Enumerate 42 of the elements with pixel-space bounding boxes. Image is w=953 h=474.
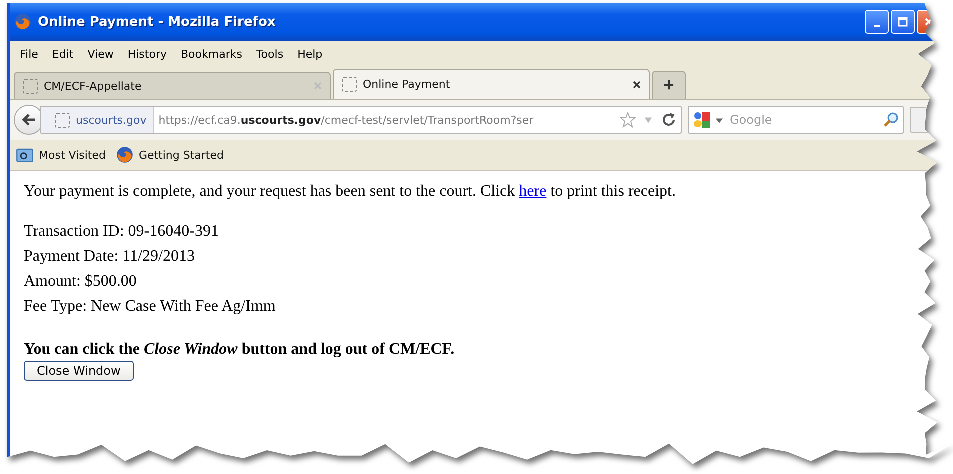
menu-item[interactable]: Help xyxy=(298,48,323,60)
menu-item[interactable]: Edit xyxy=(52,48,74,60)
firefox-logo-icon xyxy=(14,13,32,31)
menu-item[interactable]: Bookmarks xyxy=(180,48,242,60)
search-bar[interactable]: Google xyxy=(688,106,904,134)
dropdown-arrow-icon[interactable] xyxy=(715,116,724,124)
star-icon[interactable] xyxy=(620,112,636,128)
close-window-button[interactable]: Close Window xyxy=(24,361,134,381)
new-tab-button[interactable]: + xyxy=(652,71,686,99)
close-icon xyxy=(924,17,934,27)
reload-icon[interactable] xyxy=(661,112,677,128)
print-link[interactable]: here xyxy=(519,183,547,200)
site-identity-button[interactable]: uscourts.gov xyxy=(41,107,154,133)
minimize-icon xyxy=(874,25,880,27)
browser-tab[interactable]: CM/ECF-Appellate xyxy=(14,72,331,99)
detail-line: Payment Date: 11/29/2013 xyxy=(24,247,196,267)
maximize-button[interactable] xyxy=(891,10,915,34)
url-text: https://ecf.ca9.uscourts.gov/cmecf-test/servlet/TransportRoom?ser xyxy=(158,114,535,126)
confirmation-message: Your payment is complete, and your request has been sent to the court. Click here to print this receipt. xyxy=(24,183,677,201)
minimize-button[interactable] xyxy=(865,10,889,34)
detail-line: Transaction ID: 09-16040-391 xyxy=(24,222,220,242)
page-icon xyxy=(23,78,38,94)
bookmark-link[interactable]: Getting Started xyxy=(138,148,224,162)
folder-icon xyxy=(16,146,34,164)
firefox-logo-icon xyxy=(116,146,134,164)
page-icon xyxy=(342,77,357,92)
window-title: Online Payment - Mozilla Firefox xyxy=(38,14,277,30)
back-arrow-icon xyxy=(21,112,37,128)
instruction-text: You can click the Close Window button and log out of CM/ECF. xyxy=(24,341,456,359)
bookmark-link[interactable]: Most Visited xyxy=(39,148,106,162)
maximize-icon xyxy=(898,17,908,27)
search-icon[interactable] xyxy=(883,112,899,128)
close-tab-icon[interactable] xyxy=(633,80,641,88)
browser-tab[interactable]: Online Payment xyxy=(333,69,650,99)
search-engine-icon[interactable] xyxy=(693,111,711,129)
menu-item[interactable]: View xyxy=(88,48,114,60)
menu-item[interactable]: Tools xyxy=(256,48,284,60)
menu-item[interactable]: File xyxy=(20,48,38,60)
address-bar[interactable]: uscourts.gov https://ecf.ca9.uscourts.gov/cmecf-test/servlet/TransportRoom?ser xyxy=(40,106,682,134)
menu-item[interactable]: History xyxy=(128,48,167,60)
detail-line: Fee Type: New Case With Fee Ag/Imm xyxy=(24,297,277,317)
detail-line: Amount: $500.00 xyxy=(24,272,138,292)
